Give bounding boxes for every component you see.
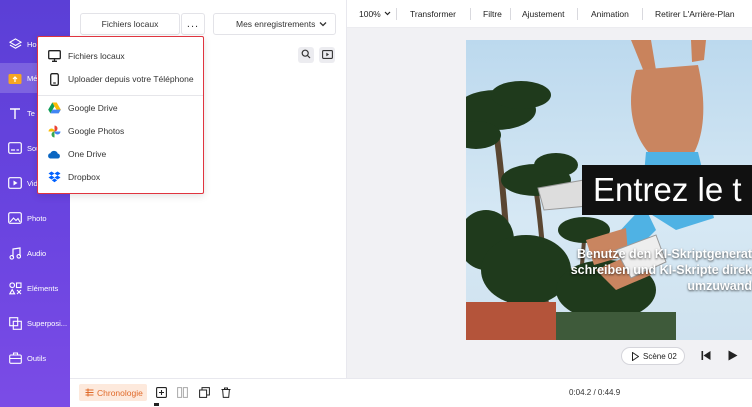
local-files-button[interactable]: Fichiers locaux (80, 13, 180, 35)
elements-icon (8, 281, 22, 295)
text-icon (8, 106, 22, 120)
menu-item-phone-upload[interactable]: Uploader depuis votre Téléphone (38, 68, 203, 90)
edit-toolbar: 100% Transformer Filtre Ajustement Anima… (347, 0, 752, 28)
subtitles-icon (8, 141, 22, 155)
canvas-subtitle-text[interactable]: Benutze den KI-Skriptgenerat schreiben u… (560, 246, 752, 294)
toolbox-icon (8, 351, 22, 365)
toolbar-divider (396, 8, 397, 20)
toolbar-divider (642, 8, 643, 20)
onedrive-icon (47, 147, 61, 161)
monitor-icon (47, 49, 61, 63)
sidebar-item-photo[interactable]: Photo (0, 203, 70, 233)
menu-item-label: One Drive (68, 149, 107, 159)
animation-button[interactable]: Animation (591, 0, 629, 28)
audio-icon (8, 246, 22, 260)
sidebar-item-label: Superposi... (27, 318, 68, 328)
chevron-down-icon (384, 9, 391, 19)
scene-label: Scène 02 (643, 351, 677, 361)
menu-item-label: Dropbox (68, 172, 101, 182)
scene-play-button[interactable]: Scène 02 (621, 347, 685, 365)
trash-icon[interactable] (220, 386, 232, 398)
sidebar-item-label: Ho (27, 39, 37, 49)
search-button[interactable] (298, 47, 314, 63)
timeline-icon (85, 388, 94, 399)
sidebar-item-label: Te (27, 108, 35, 118)
dropbox-icon (47, 170, 61, 184)
transform-button[interactable]: Transformer (410, 0, 456, 28)
sidebar-item-label: Photo (27, 213, 47, 223)
video-icon (8, 176, 22, 190)
play-icon (632, 351, 640, 363)
media-view-button[interactable] (319, 47, 335, 63)
sidebar-item-audio[interactable]: Audio (0, 238, 70, 268)
timeline-button[interactable]: Chronologie (79, 384, 147, 401)
adjust-button[interactable]: Ajustement (522, 0, 565, 28)
skip-back-icon[interactable] (701, 350, 711, 363)
menu-item-local-files[interactable]: Fichiers locaux (38, 45, 203, 67)
play-icon[interactable] (728, 350, 738, 363)
timeline-time: 0:04.2 / 0:44.9 (569, 388, 621, 397)
timeline-label: Chronologie (97, 387, 143, 398)
sidebar-item-elements[interactable]: Eléments (0, 273, 70, 303)
sidebar-item-overlay[interactable]: Superposi... (0, 308, 70, 338)
photo-icon (8, 211, 22, 225)
menu-item-dropbox[interactable]: Dropbox (38, 166, 203, 188)
chevron-down-icon (319, 20, 327, 30)
folder-upload-icon (8, 71, 22, 85)
sidebar-item-label: Outils (27, 353, 47, 363)
google-drive-icon (47, 101, 61, 115)
timeline-bar: Chronologie 0:04.2 / 0:44.9 (70, 378, 752, 407)
menu-item-label: Fichiers locaux (68, 51, 125, 61)
recordings-dropdown[interactable]: Mes enregistrements (213, 13, 336, 35)
menu-item-google-photos[interactable]: Google Photos (38, 120, 203, 142)
duplicate-icon[interactable] (198, 386, 210, 398)
toolbar-divider (577, 8, 578, 20)
menu-item-google-drive[interactable]: Google Drive (38, 97, 203, 119)
more-options-button[interactable]: ... (181, 13, 205, 35)
zoom-dropdown[interactable]: 100% (359, 0, 391, 28)
google-photos-icon (47, 124, 61, 138)
menu-item-onedrive[interactable]: One Drive (38, 143, 203, 165)
toolbar-divider (510, 8, 511, 20)
toolbar-divider (470, 8, 471, 20)
layers-icon (8, 37, 22, 51)
sidebar-item-tools[interactable]: Outils (0, 343, 70, 373)
menu-item-label: Google Drive (68, 103, 118, 113)
phone-icon (47, 72, 61, 86)
remove-background-button[interactable]: Retirer L'Arrière-Plan (655, 0, 735, 28)
sidebar-item-label: Mé (27, 73, 38, 83)
menu-item-label: Uploader depuis votre Téléphone (68, 74, 194, 84)
zoom-level: 100% (359, 9, 381, 19)
playhead-marker[interactable] (154, 403, 159, 406)
add-scene-icon[interactable] (155, 386, 167, 398)
canvas-title-text[interactable]: Entrez le t (582, 165, 752, 215)
sidebar-item-label: Audio (27, 248, 47, 258)
video-play-icon (321, 49, 333, 61)
filter-button[interactable]: Filtre (483, 0, 502, 28)
split-icon[interactable] (176, 386, 188, 398)
upload-source-menu: Fichiers locaux Uploader depuis votre Té… (37, 36, 204, 194)
search-icon (301, 49, 311, 61)
menu-item-label: Google Photos (68, 126, 125, 136)
menu-divider (38, 95, 203, 96)
recordings-label: Mes enregistrements (236, 19, 316, 29)
overlay-icon (8, 316, 22, 330)
sidebar-item-label: Eléments (27, 283, 59, 293)
